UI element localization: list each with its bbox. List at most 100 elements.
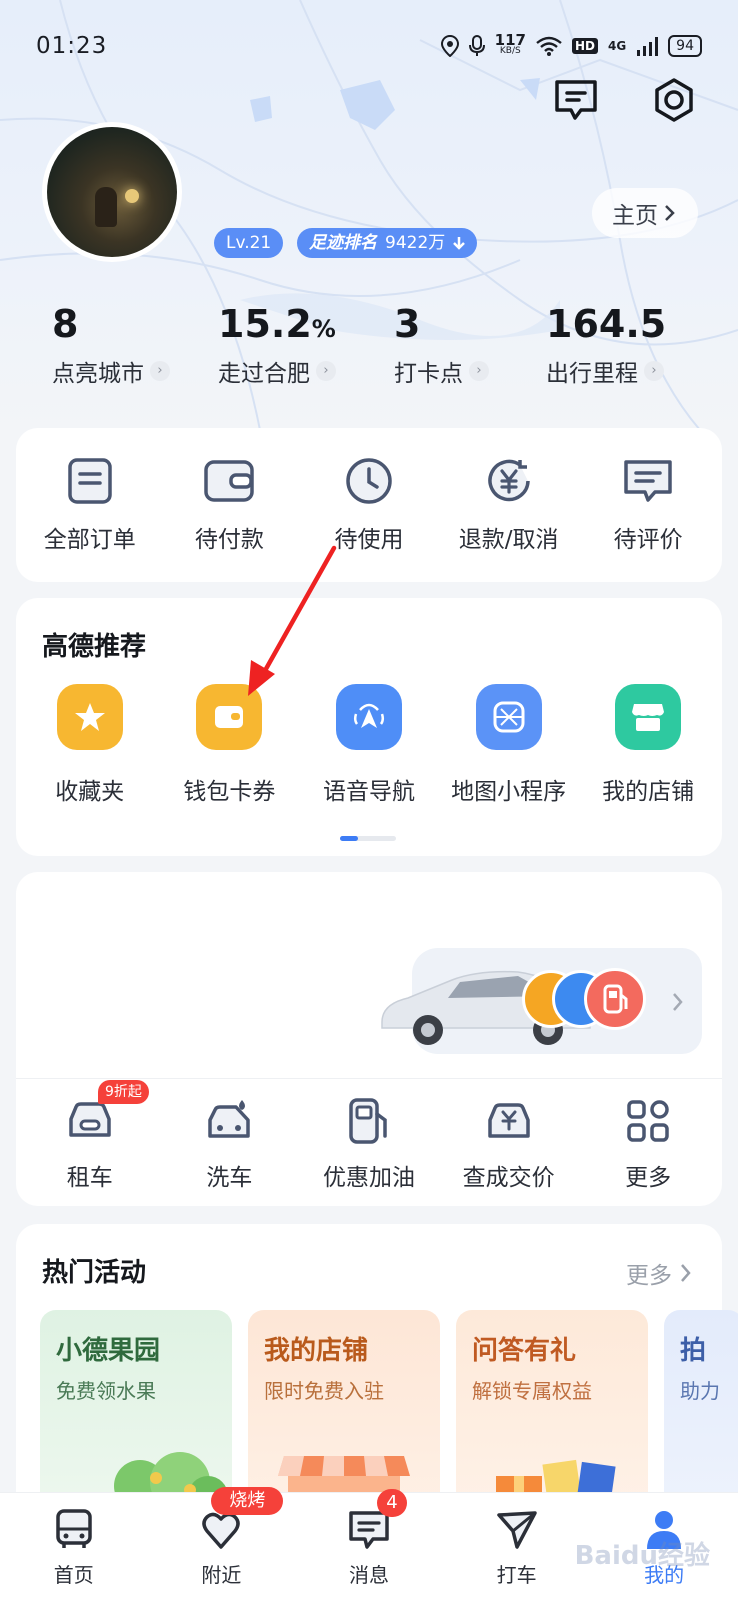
more-services[interactable]: 更多 xyxy=(578,1094,718,1192)
activity-title: 我的店铺 xyxy=(264,1336,369,1366)
order-label: 全部订单 xyxy=(43,527,136,553)
message-icon xyxy=(555,80,597,120)
activity-title: 拍 xyxy=(680,1336,707,1366)
star-icon xyxy=(56,684,123,750)
more-label: 更多 xyxy=(626,1263,672,1289)
car-rental[interactable]: 9折起 租车 xyxy=(20,1080,160,1192)
stat-value: 3 xyxy=(394,302,421,346)
stat-label: 走过合肥 xyxy=(218,361,310,387)
stat-mileage[interactable]: 164.5 出行里程 › xyxy=(546,302,666,388)
stat-label: 打卡点 xyxy=(394,361,463,387)
stat-checkins[interactable]: 3 打卡点 › xyxy=(394,302,489,388)
message-button[interactable] xyxy=(552,76,600,124)
signal-icon xyxy=(637,37,659,56)
recommend-wallet[interactable]: 钱包卡券 xyxy=(160,684,300,806)
status-icons: 117 KB/S HD 4G 94 xyxy=(440,33,702,57)
discount-fuel[interactable]: 优惠加油 xyxy=(299,1094,439,1192)
taxi-icon xyxy=(496,1511,537,1549)
discount-badge: 9折起 xyxy=(98,1080,149,1104)
homepage-label: 主页 xyxy=(612,203,658,229)
stat-cities[interactable]: 8 点亮城市 › xyxy=(52,302,170,388)
nav-label: 打车 xyxy=(496,1563,537,1587)
gear-icon xyxy=(655,78,693,122)
homepage-button[interactable]: 主页 xyxy=(592,188,698,238)
orders-card: 全部订单 待付款 待使用 退款/取消 待评价 xyxy=(16,428,722,582)
nav-taxi[interactable]: 打车 xyxy=(457,1493,577,1600)
activity-subtitle: 限时免费入驻 xyxy=(264,1379,384,1403)
shop-icon xyxy=(615,684,682,750)
nav-messages[interactable]: 4 消息 xyxy=(309,1489,429,1600)
hot-activities-card: 热门活动 更多 小德果园 免费领水果 我的店铺 限时免费入驻 问答有礼 解锁专属… xyxy=(16,1224,738,1524)
page-indicator xyxy=(340,836,396,841)
car-service-label: 租车 xyxy=(66,1165,113,1191)
more-link[interactable]: 更多 xyxy=(626,1256,692,1290)
avatar[interactable] xyxy=(42,122,182,262)
nav-nearby[interactable]: 烧烤 附近 xyxy=(161,1487,284,1600)
order-label: 退款/取消 xyxy=(458,527,559,553)
chevron-right-icon xyxy=(665,205,675,221)
wifi-icon xyxy=(536,36,562,56)
level-badge[interactable]: Lv.21 xyxy=(214,228,284,258)
stats-row: 8 点亮城市 › 15.2% 走过合肥 › 3 打卡点 › 164.5 出行里程 › xyxy=(0,302,738,392)
bus-icon xyxy=(56,1509,92,1548)
voice-nav-icon xyxy=(335,684,402,750)
order-to-review[interactable]: 待评价 xyxy=(578,454,718,554)
stat-label: 点亮城市 xyxy=(52,361,144,387)
car-price-icon xyxy=(487,1103,530,1138)
order-list-icon xyxy=(68,458,112,504)
mini-program-icon xyxy=(475,684,542,750)
order-pending-payment[interactable]: 待付款 xyxy=(160,454,300,554)
car-service-label: 查成交价 xyxy=(462,1165,555,1191)
arrow-down-icon xyxy=(453,237,466,250)
car-service-label: 洗车 xyxy=(206,1165,253,1191)
activity-subtitle: 解锁专属权益 xyxy=(472,1379,592,1403)
recommend-label: 收藏夹 xyxy=(55,779,125,805)
battery-indicator: 94 xyxy=(668,35,702,57)
chevron-right-icon: › xyxy=(150,361,170,381)
refund-icon xyxy=(487,459,530,502)
recommend-mini-program[interactable]: 地图小程序 xyxy=(439,684,579,806)
order-label: 待付款 xyxy=(194,527,264,553)
recommend-my-shop[interactable]: 我的店铺 xyxy=(578,684,718,806)
hot-title: 热门活动 xyxy=(42,1258,147,1288)
recommend-label: 我的店铺 xyxy=(602,779,695,805)
activity-title: 问答有礼 xyxy=(472,1336,577,1366)
watermark: Baidu经验 xyxy=(574,1541,710,1571)
activity-subtitle: 免费领水果 xyxy=(56,1379,156,1403)
nav-badge: 烧烤 xyxy=(211,1487,284,1515)
car-wash[interactable]: 洗车 xyxy=(160,1094,300,1192)
nav-home[interactable]: 首页 xyxy=(14,1493,134,1600)
settings-button[interactable] xyxy=(650,76,698,124)
car-services-card: 9折起 租车 洗车 优惠加油 查成交价 更多 xyxy=(16,872,722,1206)
status-bar: 01:23 117 KB/S HD 4G 94 xyxy=(36,28,702,64)
order-label: 待使用 xyxy=(334,527,404,553)
avatar-image xyxy=(47,127,177,257)
stat-value: 8 xyxy=(52,302,79,346)
stat-value: 15.2% xyxy=(218,302,336,346)
order-to-use[interactable]: 待使用 xyxy=(299,454,439,554)
car-rental-icon xyxy=(69,1102,111,1137)
car-service-label: 更多 xyxy=(625,1165,672,1191)
rank-label: 足迹排名 xyxy=(309,233,377,253)
car-wash-icon xyxy=(208,1100,251,1138)
rank-badge[interactable]: 足迹排名 9422万 xyxy=(297,228,478,258)
avatar-lamp xyxy=(125,189,139,203)
top-actions xyxy=(552,76,698,124)
car-banner[interactable] xyxy=(381,948,702,1054)
wallet-icon xyxy=(196,684,263,750)
wallet-icon xyxy=(204,460,255,502)
chevron-right-icon xyxy=(673,993,683,1011)
order-all[interactable]: 全部订单 xyxy=(20,454,160,554)
nav-badge: 4 xyxy=(376,1489,407,1517)
network-type: 4G xyxy=(607,39,627,53)
stat-hefei[interactable]: 15.2% 走过合肥 › xyxy=(218,302,336,388)
chevron-right-icon: › xyxy=(316,361,336,381)
microphone-icon xyxy=(468,35,485,56)
chevron-right-icon: › xyxy=(644,361,664,381)
avatar-figure xyxy=(95,187,117,227)
recommend-label: 语音导航 xyxy=(322,779,415,805)
order-refund[interactable]: 退款/取消 xyxy=(439,454,579,554)
recommend-voice-nav[interactable]: 语音导航 xyxy=(299,684,439,806)
recommend-favorites[interactable]: 收藏夹 xyxy=(20,684,160,806)
check-price[interactable]: 查成交价 xyxy=(439,1094,579,1192)
